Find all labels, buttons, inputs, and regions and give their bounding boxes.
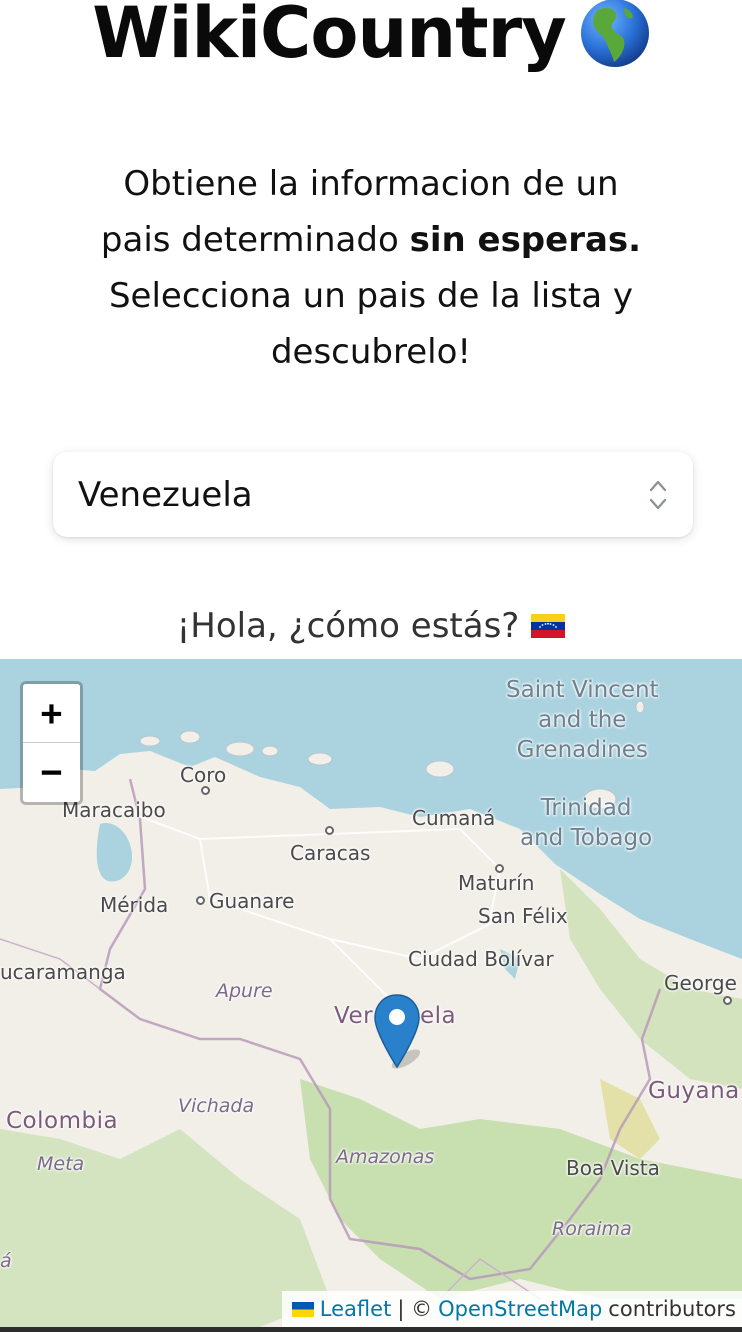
map-label-colombia: Colombia <box>6 1108 119 1134</box>
map-label-edge: á <box>0 1250 12 1272</box>
map-label-saint-vincent-3: Grenadines <box>516 737 648 763</box>
city-dot-guanare <box>196 896 205 905</box>
map-label-venezuela-right: ela <box>420 1003 457 1029</box>
globe-americas-icon <box>580 0 649 67</box>
country-select[interactable]: Venezuela <box>53 452 693 537</box>
leaflet-link[interactable]: Leaflet <box>320 1297 392 1321</box>
zoom-control: + − <box>20 681 83 805</box>
intro-line-3: Selecciona un pais de la lista y <box>108 276 634 316</box>
attribution-contributors: contributors <box>608 1297 736 1321</box>
city-dot-coro <box>201 786 210 795</box>
intro-line-1: Obtiene la informacion de un <box>123 164 619 204</box>
map-label-george: George <box>664 971 737 995</box>
zoom-out-button[interactable]: − <box>23 743 80 802</box>
city-dot-caracas <box>325 826 334 835</box>
intro-text: Obtiene la informacion de un pais determ… <box>100 156 642 380</box>
map-label-meta: Meta <box>37 1153 85 1175</box>
app-title-text: WikiCountry <box>92 0 566 74</box>
map-label-trinidad-2: and Tobago <box>520 825 653 851</box>
map-label-ciudad-bolivar: Ciudad Bolívar <box>408 947 554 971</box>
city-dot-george <box>723 996 732 1005</box>
map-label-merida: Mérida <box>100 893 169 917</box>
map-label-boa-vista: Boa Vista <box>566 1156 660 1180</box>
map-label-roraima: Roraima <box>552 1218 632 1240</box>
map-label-guyana: Guyana <box>648 1078 740 1104</box>
zoom-in-button[interactable]: + <box>23 684 80 743</box>
map-label-san-felix: San Félix <box>478 904 568 928</box>
map-container[interactable]: Saint Vincent and the Grenadines Trinida… <box>0 659 742 1327</box>
attribution-separator: | © <box>397 1297 433 1321</box>
chevron-up-down-icon <box>649 480 667 509</box>
map-label-venezuela-left: Ver <box>334 1003 374 1029</box>
map-label-guanare: Guanare <box>209 889 295 913</box>
map-label-maturin: Maturín <box>458 871 535 895</box>
map-label-trinidad: Trinidad and Tobago <box>520 793 652 853</box>
map-attribution: Leaflet | © OpenStreetMap contributors <box>281 1291 742 1327</box>
map-label-caracas: Caracas <box>290 841 371 865</box>
map-label-trinidad-1: Trinidad <box>540 795 632 821</box>
openstreetmap-link[interactable]: OpenStreetMap <box>438 1297 602 1321</box>
venezuela-flag-icon <box>531 614 566 638</box>
map-label-coro: Coro <box>180 763 227 787</box>
map-label-cumana: Cumaná <box>412 806 496 830</box>
map-marker-icon[interactable] <box>372 993 422 1077</box>
intro-line-4: descubrelo! <box>270 332 472 372</box>
app-title: WikiCountry <box>0 0 742 78</box>
greeting-text: ¡Hola, ¿cómo estás? <box>176 606 520 646</box>
map-label-saint-vincent-1: Saint Vincent <box>506 677 659 703</box>
map-label-saint-vincent: Saint Vincent and the Grenadines <box>506 675 659 765</box>
intro-bold-text: sin esperas. <box>409 220 642 260</box>
intro-line-2-text: pais determinado <box>100 220 410 260</box>
map-label-amazonas: Amazonas <box>336 1146 435 1168</box>
greeting: ¡Hola, ¿cómo estás? <box>0 606 742 646</box>
ukraine-flag-icon <box>291 1301 314 1317</box>
map-label-vichada: Vichada <box>178 1095 255 1117</box>
intro-line-2: pais determinado sin esperas. <box>100 212 642 268</box>
map-label-saint-vincent-2: and the <box>538 707 627 733</box>
bottom-bar <box>0 1327 742 1332</box>
country-select-value: Venezuela <box>78 474 253 515</box>
map-label-apure: Apure <box>216 980 273 1002</box>
map-label-bucaramanga: ucaramanga <box>0 960 126 984</box>
